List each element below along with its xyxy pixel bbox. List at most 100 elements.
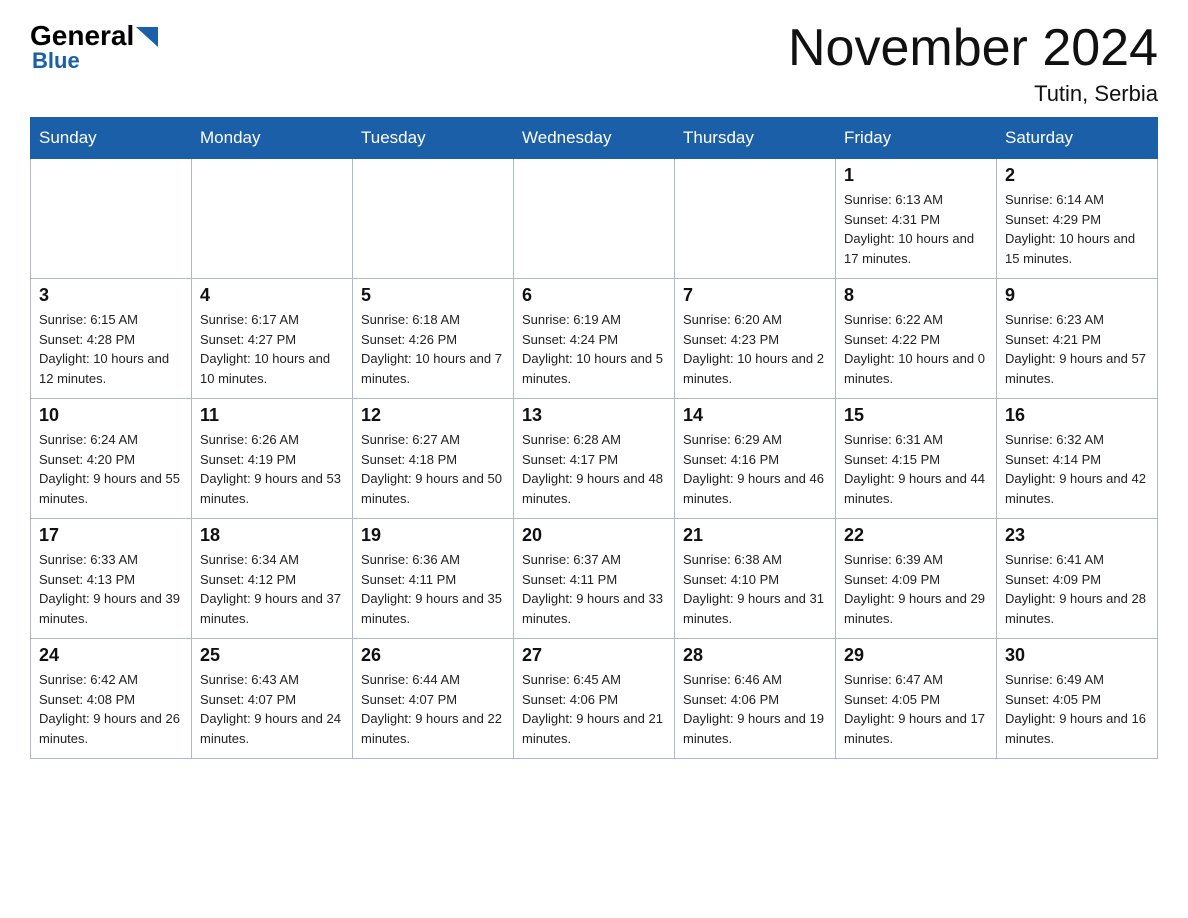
day-info: Sunrise: 6:27 AM Sunset: 4:18 PM Dayligh…: [361, 430, 505, 508]
day-number: 17: [39, 525, 183, 546]
day-info: Sunrise: 6:17 AM Sunset: 4:27 PM Dayligh…: [200, 310, 344, 388]
day-number: 23: [1005, 525, 1149, 546]
day-number: 30: [1005, 645, 1149, 666]
day-info: Sunrise: 6:29 AM Sunset: 4:16 PM Dayligh…: [683, 430, 827, 508]
day-info: Sunrise: 6:43 AM Sunset: 4:07 PM Dayligh…: [200, 670, 344, 748]
day-number: 28: [683, 645, 827, 666]
day-number: 11: [200, 405, 344, 426]
day-number: 4: [200, 285, 344, 306]
calendar-cell: 9 Sunrise: 6:23 AM Sunset: 4:21 PM Daylig…: [997, 279, 1158, 399]
day-number: 8: [844, 285, 988, 306]
day-number: 13: [522, 405, 666, 426]
day-number: 3: [39, 285, 183, 306]
month-title: November 2024: [788, 20, 1158, 77]
day-number: 25: [200, 645, 344, 666]
calendar-cell: 3 Sunrise: 6:15 AM Sunset: 4:28 PM Daylig…: [31, 279, 192, 399]
calendar-cell: 10 Sunrise: 6:24 AM Sunset: 4:20 PM Dayli…: [31, 399, 192, 519]
calendar-cell: 27 Sunrise: 6:45 AM Sunset: 4:06 PM Dayli…: [514, 639, 675, 759]
day-info: Sunrise: 6:31 AM Sunset: 4:15 PM Dayligh…: [844, 430, 988, 508]
calendar-cell: 22 Sunrise: 6:39 AM Sunset: 4:09 PM Dayli…: [836, 519, 997, 639]
day-number: 18: [200, 525, 344, 546]
day-info: Sunrise: 6:38 AM Sunset: 4:10 PM Dayligh…: [683, 550, 827, 628]
day-number: 27: [522, 645, 666, 666]
day-number: 10: [39, 405, 183, 426]
weekday-header-wednesday: Wednesday: [514, 118, 675, 159]
day-info: Sunrise: 6:23 AM Sunset: 4:21 PM Dayligh…: [1005, 310, 1149, 388]
day-info: Sunrise: 6:47 AM Sunset: 4:05 PM Dayligh…: [844, 670, 988, 748]
calendar-cell: 11 Sunrise: 6:26 AM Sunset: 4:19 PM Dayli…: [192, 399, 353, 519]
day-number: 21: [683, 525, 827, 546]
day-number: 14: [683, 405, 827, 426]
calendar-cell: [514, 159, 675, 279]
day-info: Sunrise: 6:26 AM Sunset: 4:19 PM Dayligh…: [200, 430, 344, 508]
calendar-cell: 25 Sunrise: 6:43 AM Sunset: 4:07 PM Dayli…: [192, 639, 353, 759]
calendar-cell: 23 Sunrise: 6:41 AM Sunset: 4:09 PM Dayli…: [997, 519, 1158, 639]
day-info: Sunrise: 6:45 AM Sunset: 4:06 PM Dayligh…: [522, 670, 666, 748]
calendar-cell: 4 Sunrise: 6:17 AM Sunset: 4:27 PM Daylig…: [192, 279, 353, 399]
day-number: 24: [39, 645, 183, 666]
calendar-cell: 13Sunrise: 6:28 AM Sunset: 4:17 PM Dayli…: [514, 399, 675, 519]
day-number: 16: [1005, 405, 1149, 426]
page-header: General Blue November 2024 Tutin, Serbia: [30, 20, 1158, 107]
day-number: 9: [1005, 285, 1149, 306]
day-number: 1: [844, 165, 988, 186]
calendar-cell: 24Sunrise: 6:42 AM Sunset: 4:08 PM Dayli…: [31, 639, 192, 759]
day-info: Sunrise: 6:36 AM Sunset: 4:11 PM Dayligh…: [361, 550, 505, 628]
title-area: November 2024 Tutin, Serbia: [788, 20, 1158, 107]
calendar-cell: 29 Sunrise: 6:47 AM Sunset: 4:05 PM Dayli…: [836, 639, 997, 759]
calendar-cell: 1 Sunrise: 6:13 AM Sunset: 4:31 PM Daylig…: [836, 159, 997, 279]
logo: General Blue: [30, 20, 158, 74]
calendar-cell: 2Sunrise: 6:14 AM Sunset: 4:29 PM Daylig…: [997, 159, 1158, 279]
day-info: Sunrise: 6:24 AM Sunset: 4:20 PM Dayligh…: [39, 430, 183, 508]
calendar-cell: 15 Sunrise: 6:31 AM Sunset: 4:15 PM Dayli…: [836, 399, 997, 519]
day-info: Sunrise: 6:13 AM Sunset: 4:31 PM Dayligh…: [844, 190, 988, 268]
calendar-cell: [31, 159, 192, 279]
day-number: 7: [683, 285, 827, 306]
day-number: 29: [844, 645, 988, 666]
day-number: 19: [361, 525, 505, 546]
calendar-cell: 26Sunrise: 6:44 AM Sunset: 4:07 PM Dayli…: [353, 639, 514, 759]
calendar-cell: 16 Sunrise: 6:32 AM Sunset: 4:14 PM Dayli…: [997, 399, 1158, 519]
weekday-header-thursday: Thursday: [675, 118, 836, 159]
calendar-cell: [192, 159, 353, 279]
day-info: Sunrise: 6:32 AM Sunset: 4:14 PM Dayligh…: [1005, 430, 1149, 508]
calendar-cell: [353, 159, 514, 279]
calendar-cell: 7 Sunrise: 6:20 AM Sunset: 4:23 PM Daylig…: [675, 279, 836, 399]
weekday-header-tuesday: Tuesday: [353, 118, 514, 159]
day-info: Sunrise: 6:41 AM Sunset: 4:09 PM Dayligh…: [1005, 550, 1149, 628]
logo-arrow-icon: [136, 27, 158, 47]
calendar-header-row: SundayMondayTuesdayWednesdayThursdayFrid…: [31, 118, 1158, 159]
day-info: Sunrise: 6:39 AM Sunset: 4:09 PM Dayligh…: [844, 550, 988, 628]
day-info: Sunrise: 6:22 AM Sunset: 4:22 PM Dayligh…: [844, 310, 988, 388]
calendar-cell: 5 Sunrise: 6:18 AM Sunset: 4:26 PM Daylig…: [353, 279, 514, 399]
weekday-header-saturday: Saturday: [997, 118, 1158, 159]
day-number: 15: [844, 405, 988, 426]
calendar-cell: 21 Sunrise: 6:38 AM Sunset: 4:10 PM Dayli…: [675, 519, 836, 639]
calendar-cell: 18 Sunrise: 6:34 AM Sunset: 4:12 PM Dayli…: [192, 519, 353, 639]
day-number: 5: [361, 285, 505, 306]
day-info: Sunrise: 6:34 AM Sunset: 4:12 PM Dayligh…: [200, 550, 344, 628]
day-number: 6: [522, 285, 666, 306]
day-info: Sunrise: 6:46 AM Sunset: 4:06 PM Dayligh…: [683, 670, 827, 748]
day-info: Sunrise: 6:18 AM Sunset: 4:26 PM Dayligh…: [361, 310, 505, 388]
calendar-week-row: 1 Sunrise: 6:13 AM Sunset: 4:31 PM Daylig…: [31, 159, 1158, 279]
calendar-cell: 20Sunrise: 6:37 AM Sunset: 4:11 PM Dayli…: [514, 519, 675, 639]
day-info: Sunrise: 6:33 AM Sunset: 4:13 PM Dayligh…: [39, 550, 183, 628]
day-info: Sunrise: 6:20 AM Sunset: 4:23 PM Dayligh…: [683, 310, 827, 388]
calendar-week-row: 3 Sunrise: 6:15 AM Sunset: 4:28 PM Daylig…: [31, 279, 1158, 399]
calendar-cell: 30Sunrise: 6:49 AM Sunset: 4:05 PM Dayli…: [997, 639, 1158, 759]
logo-blue-text: Blue: [32, 48, 80, 74]
calendar-table: SundayMondayTuesdayWednesdayThursdayFrid…: [30, 117, 1158, 759]
weekday-header-friday: Friday: [836, 118, 997, 159]
calendar-cell: 14 Sunrise: 6:29 AM Sunset: 4:16 PM Dayli…: [675, 399, 836, 519]
day-info: Sunrise: 6:15 AM Sunset: 4:28 PM Dayligh…: [39, 310, 183, 388]
day-number: 22: [844, 525, 988, 546]
day-number: 12: [361, 405, 505, 426]
weekday-header-sunday: Sunday: [31, 118, 192, 159]
calendar-cell: 17 Sunrise: 6:33 AM Sunset: 4:13 PM Dayli…: [31, 519, 192, 639]
calendar-cell: 12 Sunrise: 6:27 AM Sunset: 4:18 PM Dayli…: [353, 399, 514, 519]
calendar-cell: 19 Sunrise: 6:36 AM Sunset: 4:11 PM Dayli…: [353, 519, 514, 639]
calendar-cell: 8 Sunrise: 6:22 AM Sunset: 4:22 PM Daylig…: [836, 279, 997, 399]
calendar-cell: 28 Sunrise: 6:46 AM Sunset: 4:06 PM Dayli…: [675, 639, 836, 759]
day-info: Sunrise: 6:44 AM Sunset: 4:07 PM Dayligh…: [361, 670, 505, 748]
